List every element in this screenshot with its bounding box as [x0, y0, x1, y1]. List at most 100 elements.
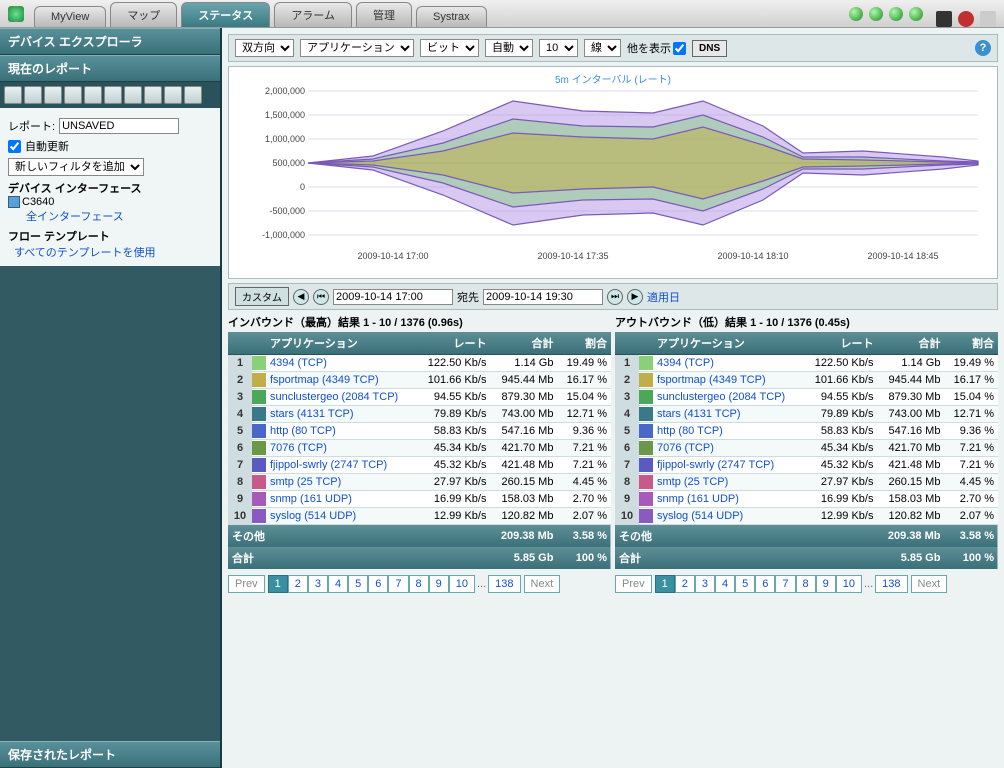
- page-4[interactable]: 4: [715, 575, 735, 593]
- table-row[interactable]: 10syslog (514 UDP)12.99 Kb/s120.82 Mb2.0…: [228, 508, 611, 525]
- tool-new-icon[interactable]: [4, 86, 22, 104]
- col-rate[interactable]: レート: [417, 332, 491, 355]
- tab-systrax[interactable]: Systrax: [416, 6, 487, 27]
- user-icon[interactable]: [980, 11, 996, 27]
- app-link[interactable]: sunclustergeo (2084 TCP): [270, 391, 398, 403]
- col-rate[interactable]: レート: [804, 332, 878, 355]
- col-total[interactable]: 合計: [490, 332, 557, 355]
- tool-save-icon[interactable]: [44, 86, 62, 104]
- sidebar-saved-reports-header[interactable]: 保存されたレポート: [0, 741, 220, 768]
- page-1[interactable]: 1: [655, 575, 675, 593]
- table-row[interactable]: 14394 (TCP)122.50 Kb/s1.14 Gb19.49 %: [228, 355, 611, 372]
- traffic-chart[interactable]: 5m インターバル (レート) 2,000,000 1,500,000 1,00…: [235, 71, 991, 271]
- report-name-input[interactable]: [59, 118, 179, 134]
- col-pct[interactable]: 割合: [557, 332, 611, 355]
- tab-status[interactable]: ステータス: [181, 2, 270, 27]
- page-7[interactable]: 7: [388, 575, 408, 593]
- page-next[interactable]: Next: [911, 575, 948, 593]
- page-prev[interactable]: Prev: [228, 575, 265, 593]
- page-last[interactable]: 138: [875, 575, 907, 593]
- all-interfaces-link[interactable]: 全インターフェース: [26, 211, 124, 223]
- col-app[interactable]: アプリケーション: [266, 332, 417, 355]
- page-4[interactable]: 4: [328, 575, 348, 593]
- app-link[interactable]: 4394 (TCP): [270, 357, 327, 369]
- autorefresh-checkbox[interactable]: [8, 140, 21, 153]
- tool-mail-icon[interactable]: [104, 86, 122, 104]
- night-icon[interactable]: [936, 11, 952, 27]
- app-link[interactable]: fsportmap (4349 TCP): [270, 374, 379, 386]
- topn-select[interactable]: 10: [539, 39, 578, 57]
- tab-admin[interactable]: 管理: [356, 2, 412, 27]
- page-next[interactable]: Next: [524, 575, 561, 593]
- dns-button[interactable]: DNS: [692, 40, 727, 57]
- table-row[interactable]: 67076 (TCP)45.34 Kb/s421.70 Mb7.21 %: [228, 440, 611, 457]
- page-10[interactable]: 10: [449, 575, 475, 593]
- table-row[interactable]: 3sunclustergeo (2084 TCP)94.55 Kb/s879.3…: [228, 389, 611, 406]
- page-3[interactable]: 3: [308, 575, 328, 593]
- table-row[interactable]: 9snmp (161 UDP)16.99 Kb/s158.03 Mb2.70 %: [615, 491, 998, 508]
- range-custom-button[interactable]: カスタム: [235, 287, 289, 306]
- table-row[interactable]: 10syslog (514 UDP)12.99 Kb/s120.82 Mb2.0…: [615, 508, 998, 525]
- tab-myview[interactable]: MyView: [34, 6, 106, 27]
- table-row[interactable]: 7fjippol-swrly (2747 TCP)45.32 Kb/s421.4…: [228, 457, 611, 474]
- category-select[interactable]: アプリケーション: [300, 39, 414, 57]
- tool-settings-icon[interactable]: [184, 86, 202, 104]
- page-6[interactable]: 6: [368, 575, 388, 593]
- page-prev[interactable]: Prev: [615, 575, 652, 593]
- app-link[interactable]: smtp (25 TCP): [657, 476, 728, 488]
- tool-rss-icon[interactable]: [144, 86, 162, 104]
- range-next-icon[interactable]: ▶: [627, 289, 643, 305]
- table-row[interactable]: 2fsportmap (4349 TCP)101.66 Kb/s945.44 M…: [615, 372, 998, 389]
- sidebar-device-explorer-header[interactable]: デバイス エクスプローラ: [0, 28, 220, 55]
- page-6[interactable]: 6: [755, 575, 775, 593]
- table-row[interactable]: 8smtp (25 TCP)27.97 Kb/s260.15 Mb4.45 %: [615, 474, 998, 491]
- app-link[interactable]: syslog (514 UDP): [657, 510, 743, 522]
- page-5[interactable]: 5: [348, 575, 368, 593]
- page-1[interactable]: 1: [268, 575, 288, 593]
- help-icon[interactable]: ?: [975, 40, 991, 56]
- app-link[interactable]: snmp (161 UDP): [657, 493, 739, 505]
- sidebar-current-report-header[interactable]: 現在のレポート: [0, 55, 220, 82]
- page-8[interactable]: 8: [409, 575, 429, 593]
- page-2[interactable]: 2: [288, 575, 308, 593]
- page-last[interactable]: 138: [488, 575, 520, 593]
- app-link[interactable]: fsportmap (4349 TCP): [657, 374, 766, 386]
- table-row[interactable]: 3sunclustergeo (2084 TCP)94.55 Kb/s879.3…: [615, 389, 998, 406]
- add-filter-select[interactable]: 新しいフィルタを追加: [8, 158, 144, 176]
- table-row[interactable]: 4stars (4131 TCP)79.89 Kb/s743.00 Mb12.7…: [615, 406, 998, 423]
- tab-alarm[interactable]: アラーム: [274, 2, 352, 27]
- tool-print-icon[interactable]: [124, 86, 142, 104]
- yaxis-select[interactable]: 自動: [485, 39, 533, 57]
- table-row[interactable]: 14394 (TCP)122.50 Kb/s1.14 Gb19.49 %: [615, 355, 998, 372]
- page-2[interactable]: 2: [675, 575, 695, 593]
- app-link[interactable]: 4394 (TCP): [657, 357, 714, 369]
- page-9[interactable]: 9: [429, 575, 449, 593]
- app-link[interactable]: stars (4131 TCP): [270, 408, 354, 420]
- app-link[interactable]: snmp (161 UDP): [270, 493, 352, 505]
- page-5[interactable]: 5: [735, 575, 755, 593]
- app-link[interactable]: http (80 TCP): [270, 425, 336, 437]
- col-pct[interactable]: 割合: [944, 332, 998, 355]
- tool-export-icon[interactable]: [164, 86, 182, 104]
- app-link[interactable]: syslog (514 UDP): [270, 510, 356, 522]
- table-row[interactable]: 8smtp (25 TCP)27.97 Kb/s260.15 Mb4.45 %: [228, 474, 611, 491]
- range-prev-icon[interactable]: ◀: [293, 289, 309, 305]
- col-total[interactable]: 合計: [877, 332, 944, 355]
- table-row[interactable]: 7fjippol-swrly (2747 TCP)45.32 Kb/s421.4…: [615, 457, 998, 474]
- app-link[interactable]: 7076 (TCP): [657, 442, 714, 454]
- table-row[interactable]: 5http (80 TCP)58.83 Kb/s547.16 Mb9.36 %: [615, 423, 998, 440]
- range-apply-link[interactable]: 適用日: [647, 289, 680, 305]
- direction-select[interactable]: 双方向: [235, 39, 294, 57]
- alert-icon[interactable]: [958, 11, 974, 27]
- show-other-checkbox[interactable]: [673, 42, 686, 55]
- table-row[interactable]: 2fsportmap (4349 TCP)101.66 Kb/s945.44 M…: [228, 372, 611, 389]
- tool-clock-icon[interactable]: [64, 86, 82, 104]
- table-row[interactable]: 4stars (4131 TCP)79.89 Kb/s743.00 Mb12.7…: [228, 406, 611, 423]
- chart-type-select[interactable]: 線: [584, 39, 621, 57]
- page-9[interactable]: 9: [816, 575, 836, 593]
- table-row[interactable]: 9snmp (161 UDP)16.99 Kb/s158.03 Mb2.70 %: [228, 491, 611, 508]
- range-to-input[interactable]: [483, 289, 603, 305]
- range-rewind-icon[interactable]: ⏮: [313, 289, 329, 305]
- app-link[interactable]: sunclustergeo (2084 TCP): [657, 391, 785, 403]
- app-link[interactable]: fjippol-swrly (2747 TCP): [657, 459, 774, 471]
